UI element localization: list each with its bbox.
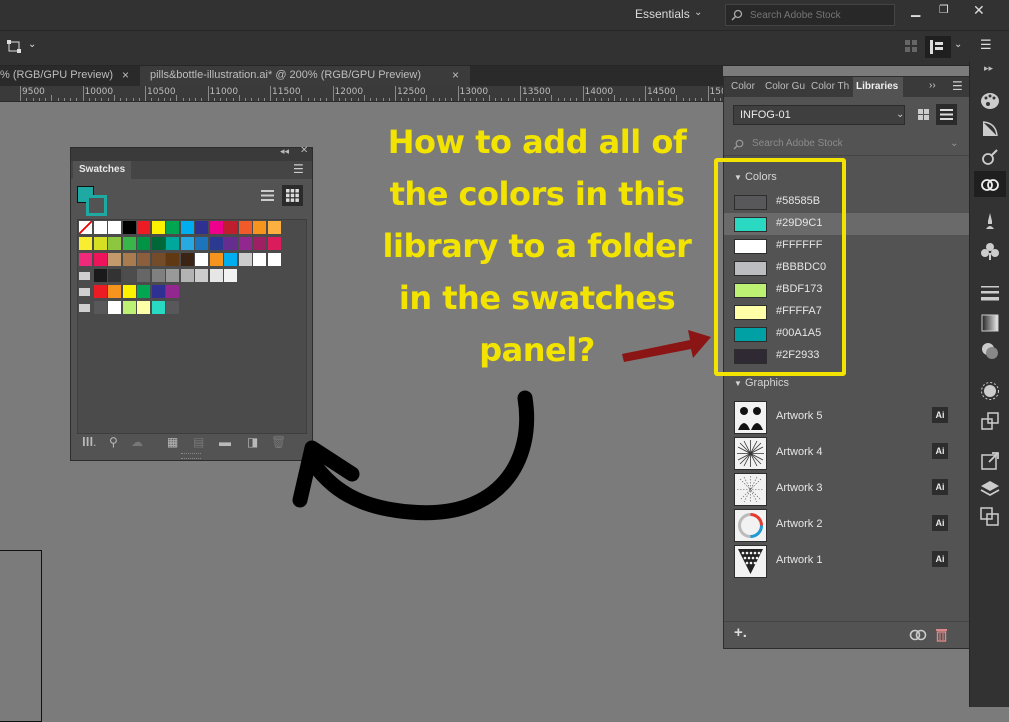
annotation-arrows: [292, 330, 711, 521]
black-curved-arrow: [292, 390, 535, 521]
red-arrow: [622, 330, 711, 362]
